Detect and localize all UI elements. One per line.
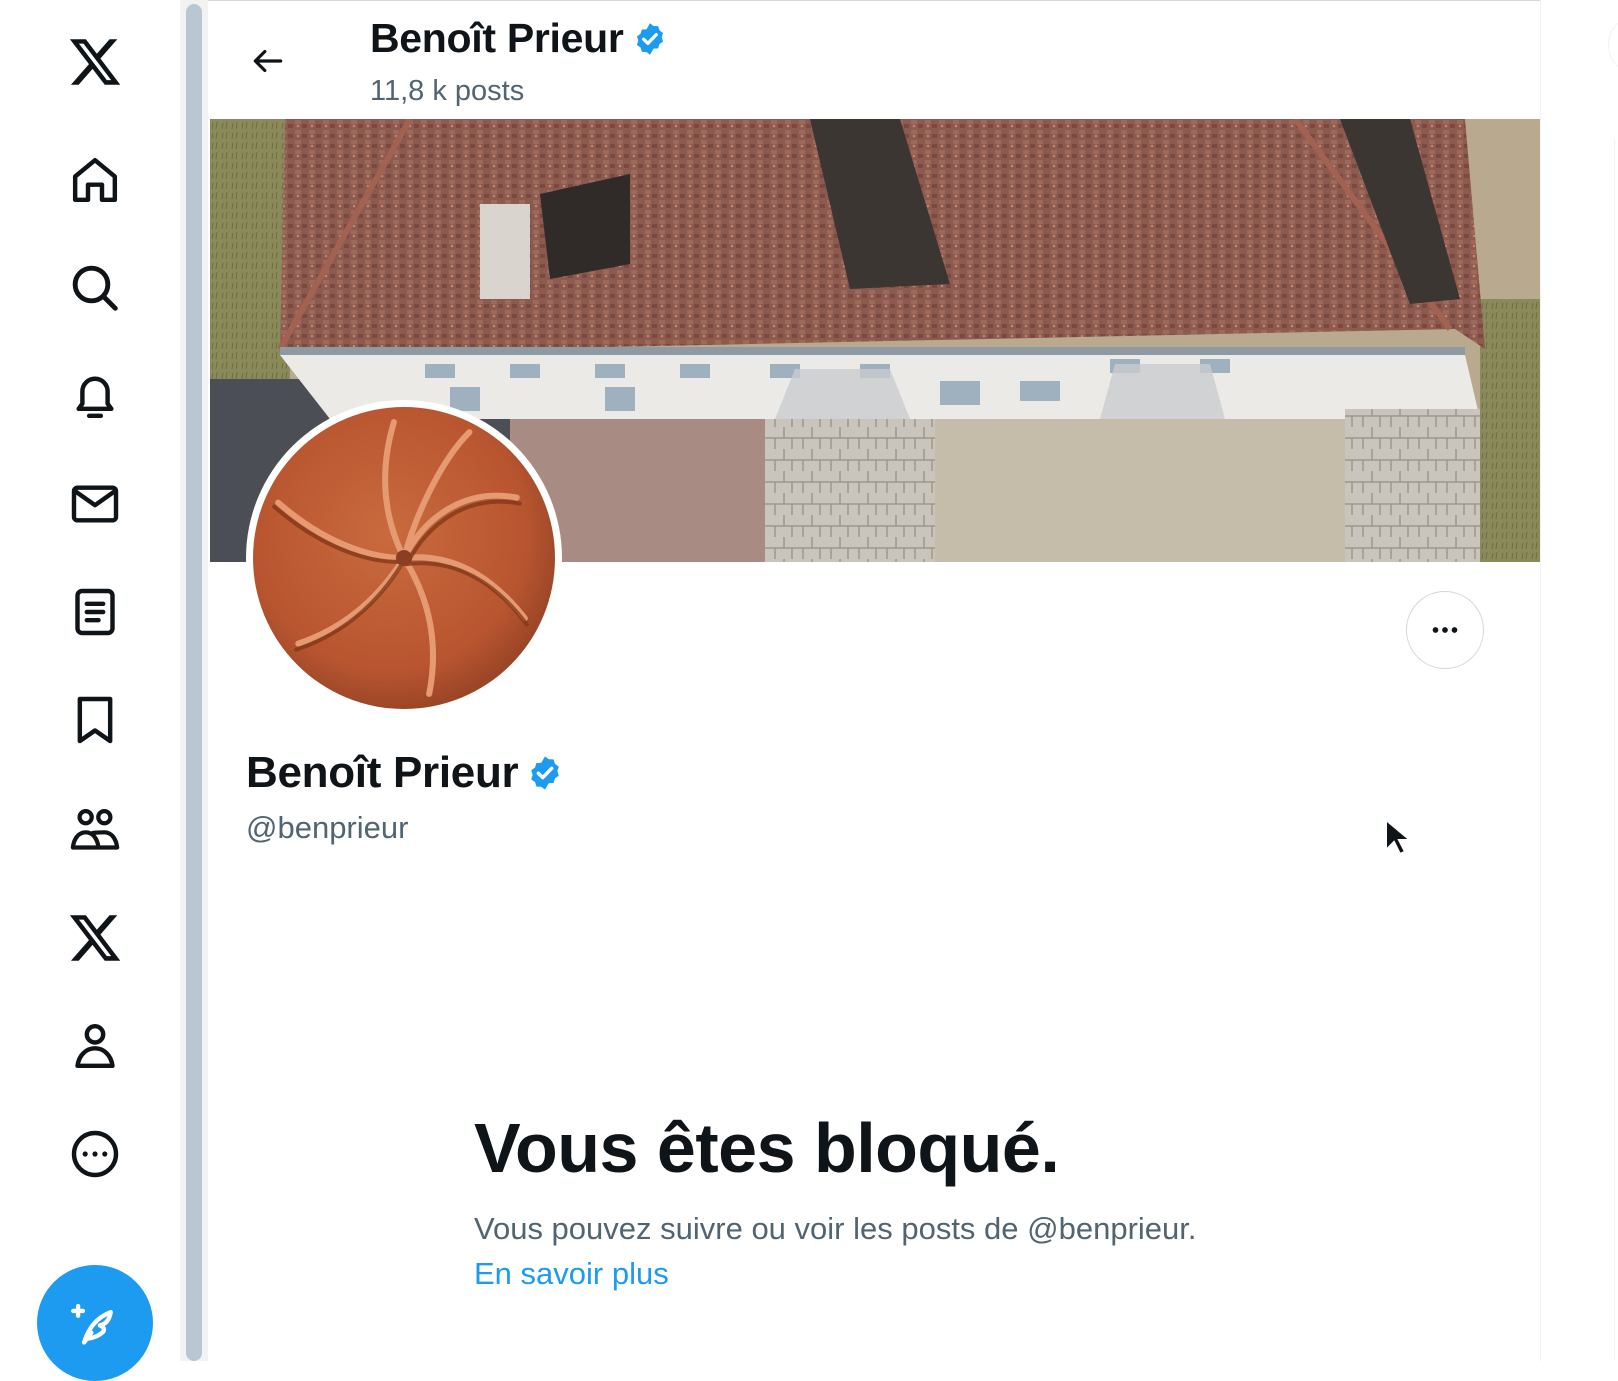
- mouse-cursor-icon: [1385, 818, 1410, 856]
- blocked-title: Vous êtes bloqué.: [474, 1109, 1060, 1187]
- profile-more-button[interactable]: [1406, 591, 1484, 669]
- header-title: Benoît Prieur: [370, 15, 668, 62]
- profile-name-text: Benoît Prieur: [246, 748, 519, 797]
- blocked-message: Vous pouvez suivre ou voir les posts de …: [474, 1211, 1197, 1246]
- profile-column: Benoît Prieur 11,8 k posts Benoît Prieur…: [208, 0, 1541, 1361]
- lists-icon[interactable]: [55, 572, 135, 652]
- communities-icon[interactable]: [55, 790, 135, 870]
- verified-badge-icon: [636, 22, 663, 55]
- back-button[interactable]: [230, 23, 306, 99]
- profile-avatar[interactable]: [246, 400, 562, 716]
- right-sidebar-edge: [1541, 0, 1618, 1361]
- more-circle-icon[interactable]: [55, 1114, 135, 1194]
- header-display-name: Benoît Prieur: [370, 15, 624, 61]
- profile-handle: @benprieur: [246, 810, 409, 845]
- right-sidebar-divider: [1614, 140, 1615, 1361]
- search-icon[interactable]: [55, 248, 135, 328]
- more-dots-icon: [1432, 627, 1458, 633]
- left-navigation: [0, 0, 180, 1381]
- home-icon[interactable]: [55, 140, 135, 220]
- compose-quill-icon: [71, 1303, 113, 1345]
- verified-badge-icon: [531, 756, 560, 790]
- profile-icon[interactable]: [55, 1006, 135, 1086]
- x-logo-icon[interactable]: [55, 22, 135, 102]
- header-post-count: 11,8 k posts: [370, 75, 525, 107]
- profile-display-name: Benoît Prieur: [246, 748, 564, 798]
- bookmark-icon[interactable]: [55, 680, 135, 760]
- messages-envelope-icon[interactable]: [55, 464, 135, 544]
- premium-x-icon[interactable]: [55, 898, 135, 978]
- notifications-bell-icon[interactable]: [55, 356, 135, 436]
- back-arrow-icon: [253, 49, 283, 73]
- learn-more-link[interactable]: En savoir plus: [474, 1256, 669, 1292]
- scrollbar-thumb[interactable]: [186, 4, 202, 1361]
- profile-header-bar: Benoît Prieur 11,8 k posts: [208, 0, 1540, 120]
- compose-post-button[interactable]: [37, 1265, 153, 1381]
